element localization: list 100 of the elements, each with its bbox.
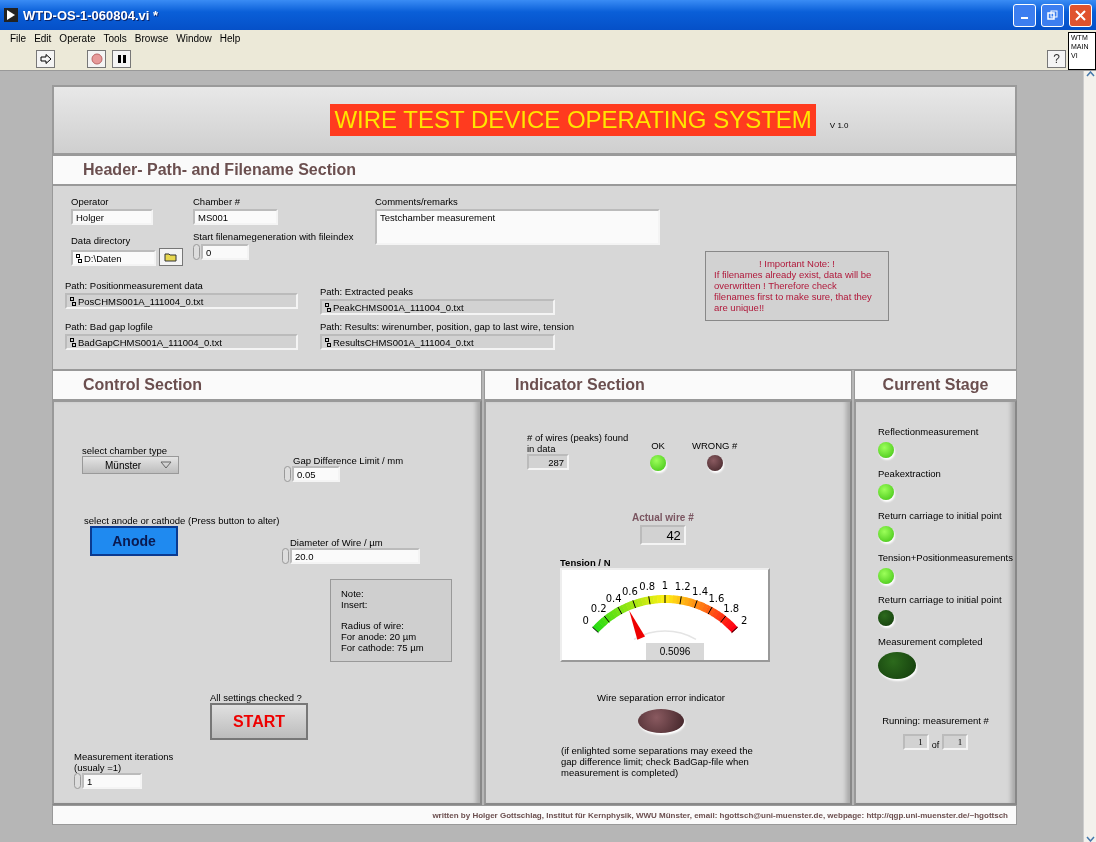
- of-label: of: [931, 740, 940, 750]
- folder-icon: [164, 252, 178, 262]
- scale-label: 0.8: [639, 581, 656, 593]
- scale-label: 0.2: [590, 602, 607, 614]
- note-text: Note: Insert:: [341, 588, 369, 610]
- led-label: WRONG #: [692, 440, 738, 451]
- operator-field[interactable]: Holger: [71, 209, 153, 225]
- window-title: WTD-OS-1-060804.vi *: [23, 7, 160, 23]
- running-label: Running: measurement #: [882, 715, 989, 726]
- led-label: OK: [651, 440, 665, 451]
- stop-icon: [90, 52, 103, 65]
- section-title: Control Section: [83, 376, 203, 394]
- tick-mark: [648, 595, 651, 605]
- version-label: V 1.0: [829, 120, 849, 130]
- gauge-needle: [629, 610, 646, 640]
- section-title: Current Stage: [882, 376, 989, 394]
- gap-limit-field[interactable]: 0.05: [292, 466, 340, 482]
- tension-reading: 0.5096: [646, 643, 704, 660]
- data-directory-field[interactable]: D:\Daten: [71, 250, 156, 266]
- field-label: # of wires (peaks) found in data: [527, 432, 630, 454]
- path-field: PeakCHMS001A_111004_0.txt: [320, 299, 555, 315]
- path-icon: [70, 337, 76, 347]
- restore-button[interactable]: [1041, 3, 1064, 27]
- spinner-icon[interactable]: [74, 773, 81, 789]
- close-button[interactable]: [1069, 3, 1092, 27]
- note-text: If filenames already exist, data will be overwritten ! Therefore check filenames first to make sure, that they are unique!!: [714, 269, 873, 313]
- field-label: Path: Results: wirenumber, position, gap to last wire, tension: [320, 321, 574, 332]
- credits-text: written by Holger Gottschlag, Institut für Kernphysik, WWU Münster, email: hgottsch@uni-muenster.de, webpage: http://qgp.uni-muenster.de/~hgottsch: [432, 810, 1008, 820]
- field-label: select anode or cathode (Press button to alter): [84, 515, 280, 526]
- scroll-up-icon[interactable]: [1085, 71, 1095, 77]
- field-label: Actual wire #: [632, 512, 694, 523]
- field-label: Data directory: [71, 235, 132, 246]
- path-field: PosCHMS001A_111004_0.txt: [65, 293, 298, 309]
- note-heading: ! Important Note: !: [757, 258, 836, 269]
- scale-label: 0.6: [622, 585, 638, 597]
- path-icon: [325, 302, 331, 312]
- path-field: BadGapCHMS001A_111004_0.txt: [65, 334, 298, 350]
- tick-mark: [664, 594, 666, 604]
- spinner-icon[interactable]: [282, 548, 289, 564]
- caret-icon: [160, 461, 172, 469]
- scale-label: 1: [661, 580, 669, 591]
- chamber-field[interactable]: MS001: [193, 209, 278, 225]
- menu-item[interactable]: Tools: [103, 33, 127, 44]
- menu-item[interactable]: File: [10, 33, 27, 44]
- stage-label: Reflectionmeasurement: [878, 426, 980, 437]
- iterations-field[interactable]: 1: [82, 773, 142, 789]
- gauge-label: Tension / N: [560, 557, 612, 568]
- spinner-icon[interactable]: [284, 466, 291, 482]
- scale-label: 0: [582, 615, 589, 627]
- abort-button[interactable]: [87, 49, 106, 68]
- minimize-icon: [1021, 17, 1028, 19]
- restore-icon: [1047, 9, 1058, 21]
- scroll-down-icon[interactable]: [1085, 836, 1095, 842]
- stage-label: Return carriage to initial point: [878, 594, 1003, 605]
- section-title: Header- Path- and Filename Section: [83, 161, 356, 179]
- total-measurement-display: 1: [942, 734, 969, 750]
- browse-folder-button[interactable]: [159, 248, 183, 266]
- menu-item[interactable]: Edit: [34, 33, 52, 44]
- path-icon: [325, 337, 331, 347]
- path-icon: [76, 253, 82, 263]
- menu-item[interactable]: Operate: [59, 33, 96, 44]
- chamber-type-dropdown[interactable]: Münster: [82, 456, 179, 474]
- scale-label: 0.4: [605, 593, 622, 605]
- stage-label: Tension+Positionmeasurements: [878, 552, 1014, 563]
- comments-field[interactable]: Testchamber measurement: [375, 209, 660, 245]
- field-label: Measurement iterations (usualy =1): [74, 751, 175, 773]
- stage-label: Peakextraction: [878, 468, 942, 479]
- current-measurement-display: 1: [902, 734, 929, 750]
- scale-label: 1.8: [723, 602, 740, 614]
- menu-item[interactable]: Window: [176, 33, 212, 44]
- anode-button[interactable]: Anode: [90, 526, 178, 556]
- field-label: Diameter of Wire / µm: [290, 537, 384, 548]
- stage-label: Return carriage to initial point: [878, 510, 1003, 521]
- path-icon: [70, 296, 76, 306]
- indicator-note: (if enlighted some separations may exeed the gap difference limit; check BadGap-file when measurement is completed): [561, 745, 754, 778]
- field-label: Chamber #: [193, 196, 241, 207]
- scale-label: 1.4: [692, 585, 708, 597]
- help-button[interactable]: ?: [1047, 49, 1066, 68]
- menu-item[interactable]: Browse: [134, 33, 169, 44]
- actual-wire-display: 42: [639, 525, 686, 545]
- path-field: ResultsCHMS001A_111004_0.txt: [320, 334, 555, 350]
- banner-title: WIRE TEST DEVICE OPERATING SYSTEM: [330, 104, 816, 136]
- arrow-icon: [39, 53, 52, 64]
- spinner-icon[interactable]: [193, 244, 200, 260]
- pause-icon: [116, 53, 127, 64]
- field-label: Path: Extracted peaks: [320, 286, 414, 297]
- field-label: Gap Difference Limit / mm: [293, 455, 404, 466]
- tick-mark: [679, 595, 682, 605]
- pause-button[interactable]: [112, 49, 131, 68]
- field-label: All settings checked ?: [210, 692, 303, 703]
- field-label: Path: Bad gap logfile: [65, 321, 154, 332]
- run-button[interactable]: [36, 49, 55, 68]
- diameter-field[interactable]: 20.0: [290, 548, 420, 564]
- field-label: Start filenamegeneration with fileindex: [193, 231, 355, 242]
- section-title: Indicator Section: [515, 376, 645, 394]
- menu-item[interactable]: Help: [219, 33, 241, 44]
- minimize-button[interactable]: [1013, 3, 1036, 27]
- field-label: Path: Positionmeasurement data: [65, 280, 204, 291]
- file-index-field[interactable]: 0: [201, 244, 249, 260]
- scale-label: 1.6: [708, 593, 725, 605]
